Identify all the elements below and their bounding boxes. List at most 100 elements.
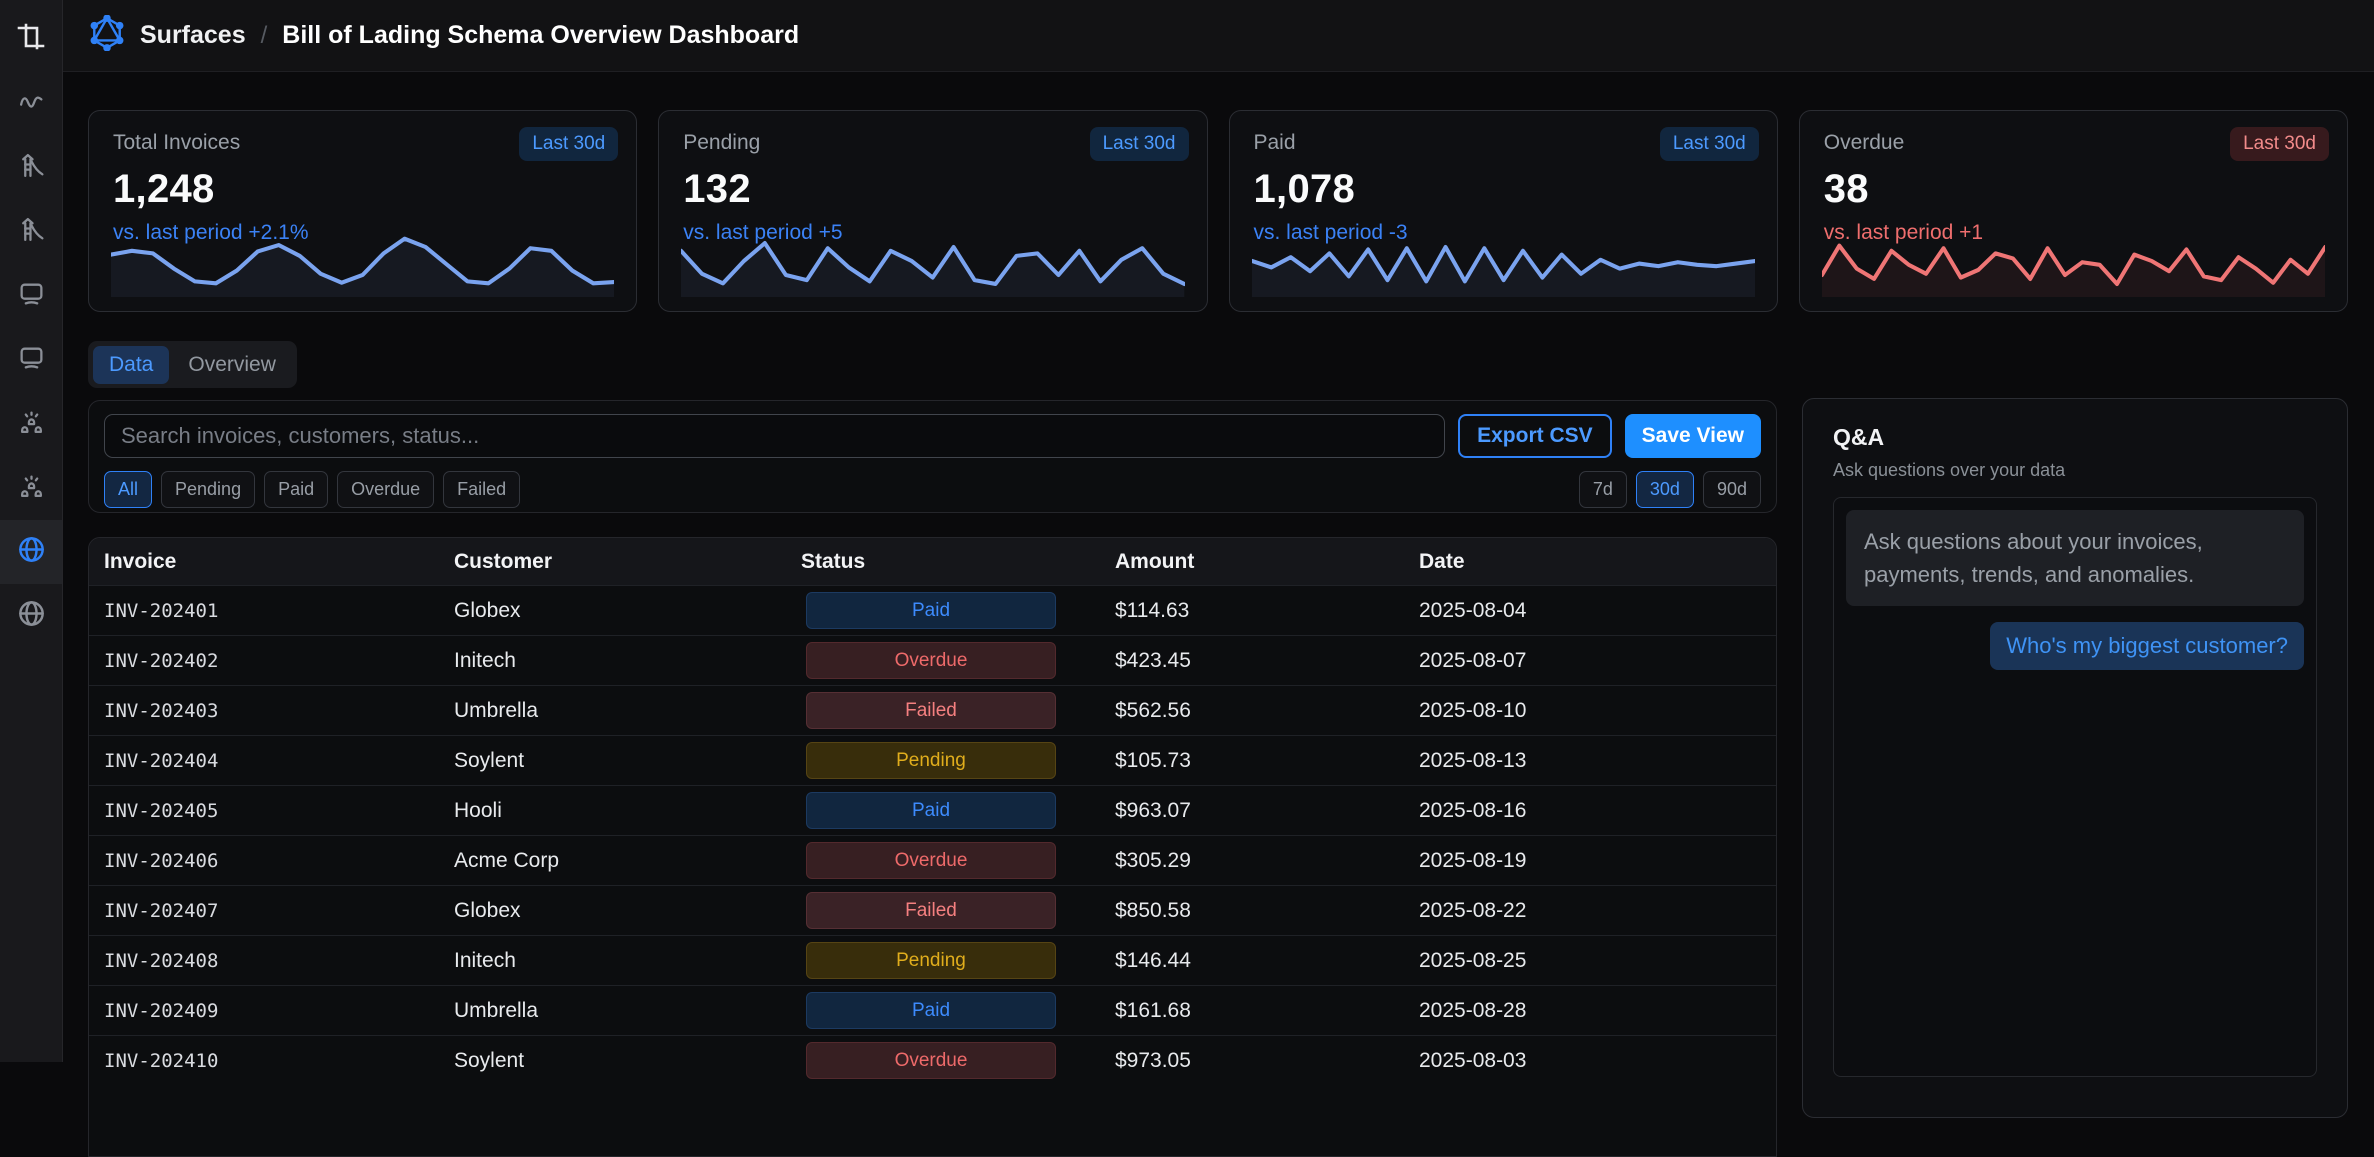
hexagon-graph-icon <box>89 15 125 56</box>
sparkline-chart <box>681 225 1184 297</box>
status-cell: Pending <box>801 942 1115 979</box>
invoice-id-cell: INV-202410 <box>104 1050 454 1072</box>
status-badge: Paid <box>806 792 1056 829</box>
monitor-icon <box>18 344 45 376</box>
status-cell: Overdue <box>801 642 1115 679</box>
kpi-card-paid: Paid Last 30d 1,078 vs. last period -3 <box>1229 110 1778 312</box>
sidebar-item-activity[interactable] <box>0 72 62 136</box>
qa-panel: Q&A Ask questions over your data Ask que… <box>1802 398 2348 1118</box>
status-badge: Overdue <box>806 642 1056 679</box>
table-row: INV-202408 Initech Pending $146.44 2025-… <box>89 935 1776 985</box>
sidebar-item-screen-2[interactable] <box>0 328 62 392</box>
status-badge: Paid <box>806 592 1056 629</box>
search-input[interactable] <box>104 414 1445 458</box>
date-cell: 2025-08-22 <box>1419 899 1776 923</box>
table-row: INV-202407 Globex Failed $850.58 2025-08… <box>89 885 1776 935</box>
column-header-date: Date <box>1419 550 1776 574</box>
customer-cell: Globex <box>454 599 801 623</box>
export-csv-button[interactable]: Export CSV <box>1458 414 1612 458</box>
date-cell: 2025-08-19 <box>1419 849 1776 873</box>
status-badge: Pending <box>806 942 1056 979</box>
monitor-icon <box>18 280 45 312</box>
kpi-value: 132 <box>683 167 1182 212</box>
time-filter-30d[interactable]: 30d <box>1636 471 1694 508</box>
sidebar-item-playground-1[interactable] <box>0 136 62 200</box>
sidebar <box>0 0 63 1062</box>
sparkline-chart <box>111 225 614 297</box>
tab-overview[interactable]: Overview <box>172 346 292 384</box>
status-cell: Paid <box>801 592 1115 629</box>
table-row: INV-202410 Soylent Overdue $973.05 2025-… <box>89 1035 1776 1085</box>
sidebar-item-screen-1[interactable] <box>0 264 62 328</box>
column-header-status: Status <box>801 550 1115 574</box>
qa-subtitle: Ask questions over your data <box>1833 460 2317 481</box>
status-filter-pending[interactable]: Pending <box>161 471 255 508</box>
kpi-card-overdue: Overdue Last 30d 38 vs. last period +1 <box>1799 110 2348 312</box>
status-badge: Paid <box>806 992 1056 1029</box>
tab-data[interactable]: Data <box>93 346 169 384</box>
filter-toolbar: Export CSV Save View All Pending Paid Ov… <box>88 400 1777 513</box>
customer-cell: Soylent <box>454 1049 801 1073</box>
sidebar-item-globe-2[interactable] <box>0 584 62 648</box>
time-filter-7d[interactable]: 7d <box>1579 471 1627 508</box>
date-cell: 2025-08-25 <box>1419 949 1776 973</box>
slide-icon <box>18 152 45 184</box>
column-header-amount: Amount <box>1115 550 1419 574</box>
breadcrumb-surfaces[interactable]: Surfaces <box>140 21 246 50</box>
app-logo-button[interactable] <box>0 18 62 58</box>
table-row: INV-202401 Globex Paid $114.63 2025-08-0… <box>89 585 1776 635</box>
table-row: INV-202405 Hooli Paid $963.07 2025-08-16 <box>89 785 1776 835</box>
qa-title: Q&A <box>1833 424 2317 451</box>
kpi-period-badge: Last 30d <box>1090 127 1189 161</box>
sidebar-item-playground-2[interactable] <box>0 200 62 264</box>
status-filter-failed[interactable]: Failed <box>443 471 520 508</box>
invoice-id-cell: INV-202401 <box>104 600 454 622</box>
sparkline-chart <box>1822 225 2325 297</box>
date-cell: 2025-08-03 <box>1419 1049 1776 1073</box>
invoice-id-cell: INV-202404 <box>104 750 454 772</box>
amount-cell: $423.45 <box>1115 649 1419 673</box>
table-row: INV-202406 Acme Corp Overdue $305.29 202… <box>89 835 1776 885</box>
amount-cell: $105.73 <box>1115 749 1419 773</box>
kpi-card-total-invoices: Total Invoices Last 30d 1,248 vs. last p… <box>88 110 637 312</box>
activity-wave-icon <box>18 88 45 120</box>
save-view-button[interactable]: Save View <box>1625 414 1761 458</box>
customer-cell: Soylent <box>454 749 801 773</box>
top-header: Surfaces / Bill of Lading Schema Overvie… <box>63 0 2374 72</box>
team-alert-icon <box>18 408 45 440</box>
amount-cell: $963.07 <box>1115 799 1419 823</box>
customer-cell: Umbrella <box>454 699 801 723</box>
status-filter-all[interactable]: All <box>104 471 152 508</box>
sidebar-item-team-2[interactable] <box>0 456 62 520</box>
date-cell: 2025-08-10 <box>1419 699 1776 723</box>
invoice-id-cell: INV-202407 <box>104 900 454 922</box>
amount-cell: $562.56 <box>1115 699 1419 723</box>
time-filter-90d[interactable]: 90d <box>1703 471 1761 508</box>
status-filter-overdue[interactable]: Overdue <box>337 471 434 508</box>
team-alert-icon <box>18 472 45 504</box>
invoice-id-cell: INV-202403 <box>104 700 454 722</box>
column-header-customer: Customer <box>454 550 801 574</box>
status-cell: Failed <box>801 892 1115 929</box>
globe-icon <box>17 535 46 569</box>
sidebar-item-surfaces-active[interactable] <box>0 520 62 584</box>
customer-cell: Acme Corp <box>454 849 801 873</box>
date-cell: 2025-08-16 <box>1419 799 1776 823</box>
status-cell: Paid <box>801 792 1115 829</box>
table-row: INV-202403 Umbrella Failed $562.56 2025-… <box>89 685 1776 735</box>
status-filter-paid[interactable]: Paid <box>264 471 328 508</box>
table-row: INV-202404 Soylent Pending $105.73 2025-… <box>89 735 1776 785</box>
status-cell: Overdue <box>801 1042 1115 1079</box>
qa-chat-area: Ask questions about your invoices, payme… <box>1833 497 2317 1077</box>
invoice-id-cell: INV-202409 <box>104 1000 454 1022</box>
amount-cell: $305.29 <box>1115 849 1419 873</box>
status-cell: Failed <box>801 692 1115 729</box>
invoice-id-cell: INV-202406 <box>104 850 454 872</box>
frame-logo-icon <box>17 22 45 55</box>
customer-cell: Initech <box>454 649 801 673</box>
kpi-cards-row: Total Invoices Last 30d 1,248 vs. last p… <box>88 110 2348 312</box>
qa-suggestion-chip[interactable]: Who's my biggest customer? <box>1990 622 2304 670</box>
customer-cell: Umbrella <box>454 999 801 1023</box>
sidebar-item-team-1[interactable] <box>0 392 62 456</box>
kpi-value: 1,078 <box>1254 167 1753 212</box>
